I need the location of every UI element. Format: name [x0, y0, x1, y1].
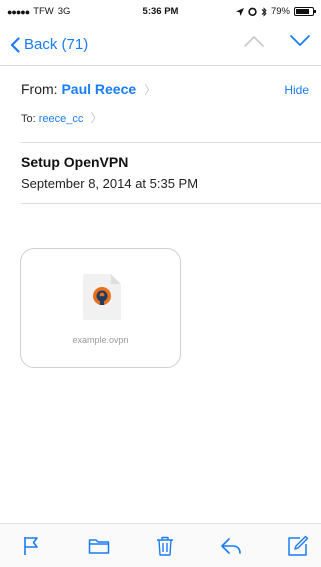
compose-icon[interactable]: [286, 534, 310, 558]
next-message-button[interactable]: [289, 34, 311, 48]
bottom-toolbar: [0, 523, 321, 567]
attachment-tile[interactable]: example.ovpn: [20, 248, 181, 368]
chevron-left-icon: [10, 36, 20, 53]
chevron-right-icon: 〉: [144, 83, 157, 97]
location-arrow-icon: [235, 7, 244, 16]
reply-icon[interactable]: [219, 534, 243, 558]
alarm-icon: [248, 7, 257, 16]
trash-icon[interactable]: [153, 534, 177, 558]
battery-icon: [294, 7, 316, 16]
attachment-filename: example.ovpn: [72, 335, 129, 345]
to-label: To:: [21, 113, 36, 125]
hide-button[interactable]: Hide: [284, 83, 309, 97]
back-label: Back (71): [24, 36, 89, 53]
battery-percent: 79%: [270, 6, 290, 17]
divider: [21, 142, 321, 143]
from-sender[interactable]: Paul Reece: [61, 81, 136, 97]
status-bar: ●●●●● TFW 3G 5:36 PM 79%: [0, 0, 321, 22]
to-row: To: reece_cc 〉: [21, 109, 102, 126]
previous-message-button[interactable]: [243, 34, 265, 48]
bluetooth-icon: [261, 6, 267, 17]
nav-bar: Back (71): [0, 22, 321, 66]
from-label: From:: [21, 81, 58, 97]
divider: [21, 203, 321, 204]
message-date: September 8, 2014 at 5:35 PM: [21, 176, 199, 191]
message-subject: Setup OpenVPN: [21, 154, 129, 170]
openvpn-icon: [93, 287, 111, 305]
battery-fill: [296, 9, 309, 14]
back-button[interactable]: Back (71): [10, 36, 88, 53]
chevron-right-icon: 〉: [90, 111, 103, 125]
flag-icon[interactable]: [20, 534, 44, 558]
file-icon: [83, 274, 121, 320]
from-row: From: Paul Reece 〉: [21, 81, 156, 98]
to-recipient[interactable]: reece_cc: [39, 113, 84, 125]
folder-icon[interactable]: [87, 534, 111, 558]
